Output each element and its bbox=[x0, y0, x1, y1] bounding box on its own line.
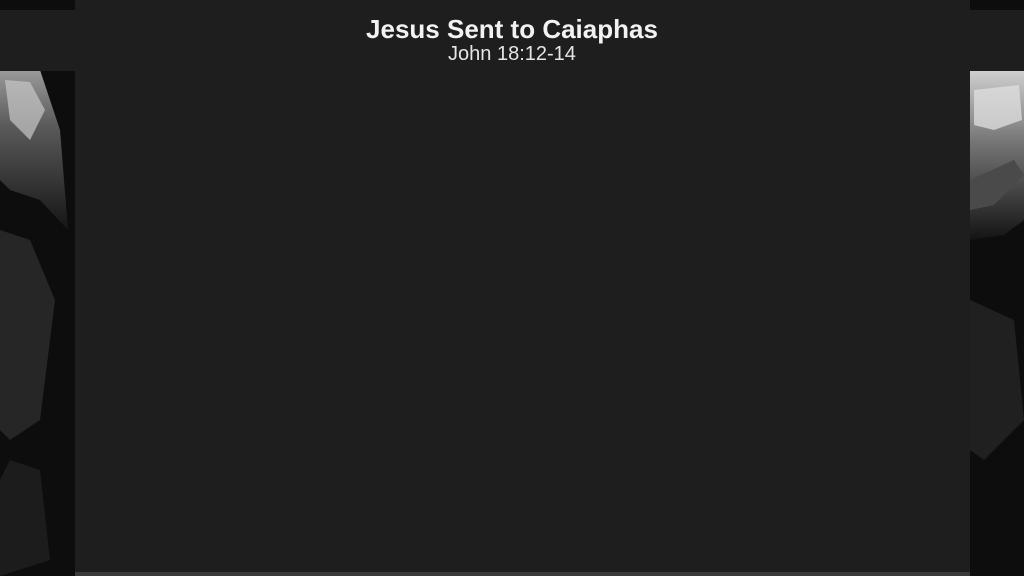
bottom-edge bbox=[75, 572, 970, 576]
scripture-reference: John 18:12-14 bbox=[448, 43, 576, 65]
slide-title: Jesus Sent to Caiaphas bbox=[366, 14, 658, 44]
content-panel bbox=[75, 0, 970, 576]
slide: Jesus Sent to Caiaphas John 18:12-14 bbox=[0, 0, 1024, 576]
background-photo-left bbox=[0, 0, 80, 576]
